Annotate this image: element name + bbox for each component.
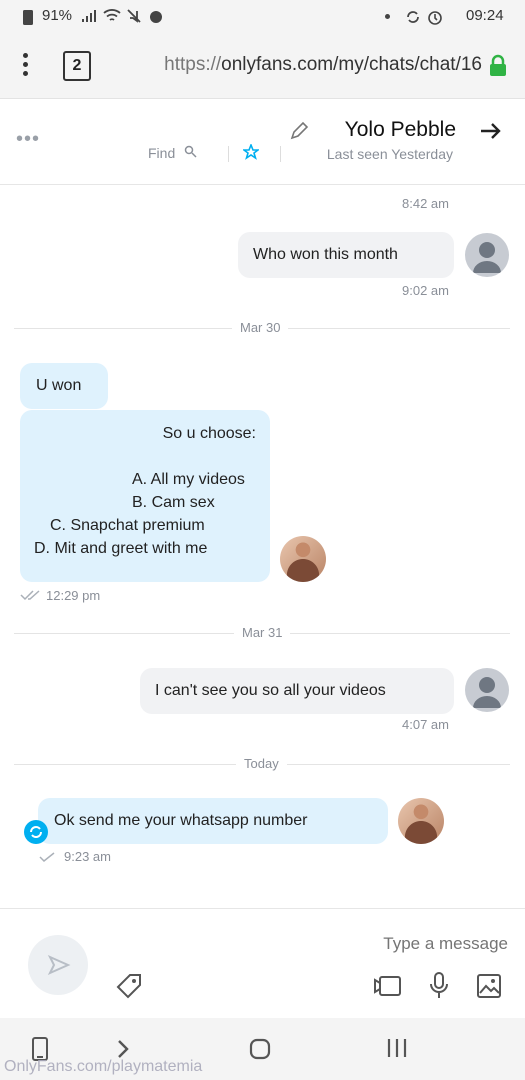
wifi-icon — [102, 8, 122, 29]
translate-icon[interactable] — [24, 820, 48, 844]
video-icon[interactable] — [374, 973, 402, 1004]
status-bar: 09:24 91% — [0, 0, 525, 32]
url-field[interactable]: https://onlyfans.com/my/chats/chat/16 — [108, 54, 482, 76]
home-icon[interactable] — [248, 1037, 272, 1066]
message-bubble: So u choose: A. All my videos B. Cam sex… — [20, 410, 270, 582]
message-text: So u choose: — [162, 425, 256, 442]
battery-icon — [22, 8, 34, 31]
message-text: Who won this month — [253, 246, 398, 263]
message-bubble: Who won this month — [238, 232, 454, 278]
mute-icon — [126, 8, 142, 29]
tab-switcher-button[interactable]: 2 — [63, 51, 91, 81]
image-icon[interactable] — [476, 973, 502, 1004]
avatar — [465, 233, 509, 277]
message-bubble: Ok send me your whatsapp number — [38, 798, 388, 844]
watermark: OnlyFans.com/playmatemia — [4, 1058, 203, 1075]
header-divider — [280, 146, 281, 162]
message-timestamp: 9:02 am — [402, 283, 449, 298]
recent-apps-icon[interactable] — [386, 1036, 408, 1065]
clock: 09:24 — [466, 7, 504, 24]
contact-name: Yolo Pebble — [344, 118, 456, 141]
message-timestamp: 8:42 am — [402, 196, 449, 211]
message-text: U won — [36, 377, 82, 394]
url-path: onlyfans.com/my/chats/chat/16 — [221, 54, 482, 75]
read-receipt-icon — [20, 588, 44, 606]
last-seen-status: Last seen Yesterday — [326, 146, 453, 162]
microphone-icon[interactable] — [428, 971, 450, 1006]
search-icon — [184, 145, 197, 163]
battery-percent: 91% — [42, 7, 73, 24]
date-divider-label: Mar 31 — [234, 625, 291, 640]
message-text: I can't see you so all your videos — [155, 682, 386, 699]
edit-pencil-icon[interactable] — [288, 120, 310, 147]
alarm-clock-icon — [147, 7, 165, 30]
send-button[interactable] — [28, 935, 88, 995]
avatar — [465, 668, 509, 712]
header-divider — [228, 146, 229, 162]
menu-dot-icon — [23, 71, 28, 76]
browser-toolbar: https://onlyfans.com/my/chats/chat/16 2 — [0, 32, 525, 99]
dot-icon — [385, 14, 390, 19]
message-input[interactable] — [120, 929, 510, 959]
menu-dot-icon — [23, 53, 28, 58]
more-options-icon[interactable]: ••• — [16, 128, 40, 151]
system-nav-bar: OnlyFans.com/playmatemia — [0, 1018, 525, 1080]
find-button[interactable]: Find — [148, 145, 197, 163]
url-scheme: https:// — [164, 54, 222, 75]
option-line: C. Snapchat premium — [50, 517, 205, 534]
message-timestamp: 12:29 pm — [46, 588, 101, 603]
message-bubble: U won — [20, 363, 108, 409]
message-timestamp: 4:07 am — [402, 717, 449, 732]
back-arrow-icon[interactable] — [478, 119, 502, 148]
alarm-icon — [426, 8, 444, 31]
option-line: D. Mit and greet with me — [34, 540, 208, 557]
message-composer — [0, 908, 525, 1019]
message-text: Ok send me your whatsapp number — [54, 812, 308, 829]
signal-icon — [80, 8, 98, 29]
tab-count: 2 — [72, 57, 82, 74]
date-divider-label: Mar 30 — [232, 320, 289, 335]
avatar — [398, 798, 444, 844]
message-bubble: I can't see you so all your videos — [140, 668, 454, 714]
date-divider-label: Today — [236, 756, 287, 771]
favorite-star-icon[interactable] — [241, 142, 261, 165]
option-line: B. Cam sex — [132, 494, 215, 511]
message-timestamp: 9:23 am — [64, 849, 111, 864]
avatar — [280, 536, 326, 582]
chat-header: Yolo Pebble ••• Last seen Yesterday Find — [0, 100, 525, 185]
lock-icon — [488, 54, 508, 83]
sync-icon — [404, 8, 422, 31]
price-tag-icon[interactable] — [114, 971, 144, 1006]
option-line: A. All my videos — [132, 471, 245, 488]
browser-menu-button[interactable] — [20, 52, 32, 78]
menu-dot-icon — [23, 62, 28, 67]
find-label: Find — [148, 145, 176, 162]
sent-check-icon — [38, 850, 58, 868]
